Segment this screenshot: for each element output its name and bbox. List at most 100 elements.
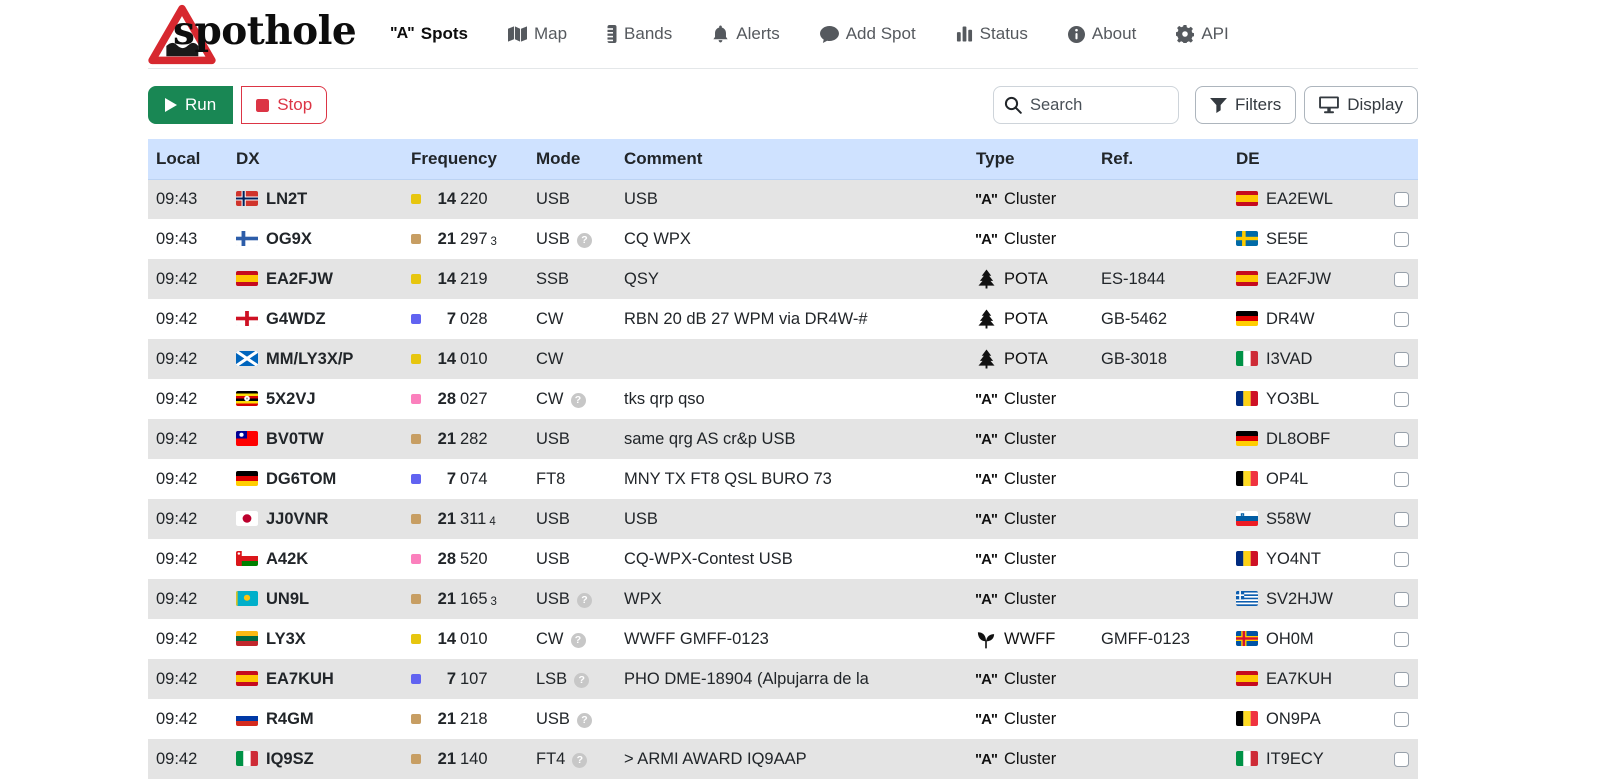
spot-frequency-cell: 21 282 <box>403 419 528 459</box>
spot-ref <box>1093 459 1228 499</box>
band-color-swatch <box>411 314 421 324</box>
table-row[interactable]: 09:42 MM/LY3X/P 14 010 CW POTA GB-3018 I… <box>148 339 1418 379</box>
spot-dx-cell: G4WDZ <box>228 299 403 339</box>
dx-callsign: G4WDZ <box>266 310 326 328</box>
table-row[interactable]: 09:42 DG6TOM 7 074 FT8 MNY TX FT8 QSL BU… <box>148 459 1418 499</box>
spot-mode-cell: USB <box>528 539 616 579</box>
table-row[interactable]: 09:42 A42K 28 520 USB CQ-WPX-Contest USB… <box>148 539 1418 579</box>
frequency-khz: 311 <box>460 510 486 529</box>
table-row[interactable]: 09:42 LY3X 14 010 CW? WWFF GMFF-0123 WWF… <box>148 619 1418 659</box>
mode-label: USB <box>536 190 570 208</box>
table-row[interactable]: 09:42 UN9L 21 165 3 USB? WPX "A"Cluster … <box>148 579 1418 619</box>
spot-dx-cell: UN9L <box>228 579 403 619</box>
table-row[interactable]: 09:42 IQ9SZ 21 140 FT4? > ARMI AWARD IQ9… <box>148 739 1418 779</box>
spot-checkbox-cell <box>1376 299 1418 339</box>
table-row[interactable]: 09:42 EA2FJW 14 219 SSB QSY POTA ES-1844… <box>148 259 1418 299</box>
type-label: POTA <box>1004 270 1048 289</box>
frequency-mhz: 21 <box>430 230 456 249</box>
nav-item-about[interactable]: About <box>1068 24 1136 44</box>
spot-comment: WWFF GMFF-0123 <box>616 619 968 659</box>
dx-callsign: UN9L <box>266 590 309 608</box>
nav-item-alerts[interactable]: Alerts <box>712 24 779 44</box>
spot-checkbox[interactable] <box>1394 312 1409 327</box>
flag-japan-icon <box>236 511 258 526</box>
nav-item-map[interactable]: Map <box>508 24 567 44</box>
spot-checkbox[interactable] <box>1394 672 1409 687</box>
spot-mode-cell: FT4? <box>528 739 616 779</box>
display-button[interactable]: Display <box>1304 86 1418 124</box>
stop-button[interactable]: Stop <box>241 86 327 124</box>
spot-checkbox[interactable] <box>1394 352 1409 367</box>
spot-ref <box>1093 499 1228 539</box>
flag-slovenia-icon <box>1236 511 1258 526</box>
table-row[interactable]: 09:42 G4WDZ 7 028 CW RBN 20 dB 27 WPM vi… <box>148 299 1418 339</box>
spot-dx-cell: A42K <box>228 539 403 579</box>
dx-callsign: EA2FJW <box>266 270 333 288</box>
spot-checkbox[interactable] <box>1394 472 1409 487</box>
column-header-local: Local <box>148 139 228 179</box>
mode-label: USB <box>536 590 570 608</box>
type-label: Cluster <box>1004 710 1056 729</box>
spot-checkbox[interactable] <box>1394 272 1409 287</box>
spot-checkbox[interactable] <box>1394 432 1409 447</box>
spot-mode-cell: CW <box>528 339 616 379</box>
spot-checkbox[interactable] <box>1394 392 1409 407</box>
spot-checkbox[interactable] <box>1394 232 1409 247</box>
spot-frequency-cell: 21 297 3 <box>403 219 528 259</box>
flag-kazakhstan-icon <box>236 591 258 606</box>
spot-checkbox[interactable] <box>1394 512 1409 527</box>
spot-checkbox[interactable] <box>1394 712 1409 727</box>
spot-type-cell: "A"Cluster <box>968 539 1093 579</box>
spot-checkbox[interactable] <box>1394 632 1409 647</box>
nav-item-bands[interactable]: Bands <box>607 24 672 44</box>
frequency-khz: 028 <box>460 310 488 329</box>
nav-item-api[interactable]: API <box>1176 24 1228 44</box>
band-color-swatch <box>411 714 421 724</box>
spot-checkbox[interactable] <box>1394 552 1409 567</box>
spot-local-time: 09:42 <box>148 579 228 619</box>
table-row[interactable]: 09:42 EA7KUH 7 107 LSB? PHO DME-18904 (A… <box>148 659 1418 699</box>
dx-callsign: EA7KUH <box>266 670 334 688</box>
spot-checkbox[interactable] <box>1394 752 1409 767</box>
spot-frequency-cell: 14 219 <box>403 259 528 299</box>
table-row[interactable]: 09:42 5X2VJ 28 027 CW? tks qrp qso "A"Cl… <box>148 379 1418 419</box>
spot-checkbox-cell <box>1376 179 1418 219</box>
de-callsign: SV2HJW <box>1266 590 1333 608</box>
spot-type-cell: "A"Cluster <box>968 699 1093 739</box>
filters-button-label: Filters <box>1235 95 1281 115</box>
table-row[interactable]: 09:42 BV0TW 21 282 USB same qrg AS cr&p … <box>148 419 1418 459</box>
app-header: spothole "A" Spots Map Bands Alerts Add … <box>148 0 1418 69</box>
spot-ref <box>1093 539 1228 579</box>
filters-button[interactable]: Filters <box>1195 86 1296 124</box>
table-row[interactable]: 09:42 R4GM 21 218 USB? "A"Cluster ON9PA <box>148 699 1418 739</box>
spot-type-cell: POTA <box>968 339 1093 379</box>
cluster-antenna-icon: "A" <box>976 471 996 488</box>
spot-checkbox-cell <box>1376 659 1418 699</box>
table-row[interactable]: 09:43 LN2T 14 220 USB USB "A"Cluster EA2… <box>148 179 1418 219</box>
spot-ref: ES-1844 <box>1093 259 1228 299</box>
spot-checkbox[interactable] <box>1394 592 1409 607</box>
frequency-khz: 520 <box>460 550 488 569</box>
nav-item-spots[interactable]: "A" Spots <box>390 24 468 44</box>
mode-label: USB <box>536 510 570 528</box>
mode-label: LSB <box>536 670 567 688</box>
table-row[interactable]: 09:42 JJ0VNR 21 311 4 USB USB "A"Cluster… <box>148 499 1418 539</box>
flag-norway-icon <box>236 191 258 206</box>
spot-mode-cell: LSB? <box>528 659 616 699</box>
brand-logo[interactable]: spothole <box>148 1 344 67</box>
spot-dx-cell: IQ9SZ <box>228 739 403 779</box>
bar-chart-icon <box>956 26 973 42</box>
run-button[interactable]: Run <box>148 86 233 124</box>
cluster-antenna-icon: "A" <box>976 591 996 608</box>
column-header-comment: Comment <box>616 139 968 179</box>
stop-button-label: Stop <box>277 95 312 115</box>
nav-item-status[interactable]: Status <box>956 24 1028 44</box>
spot-checkbox[interactable] <box>1394 192 1409 207</box>
spot-frequency-cell: 14 010 <box>403 619 528 659</box>
nav-item-add-spot[interactable]: Add Spot <box>820 24 916 44</box>
band-color-swatch <box>411 234 421 244</box>
de-callsign: ON9PA <box>1266 710 1321 728</box>
table-row[interactable]: 09:43 OG9X 21 297 3 USB? CQ WPX "A"Clust… <box>148 219 1418 259</box>
flag-spain-icon <box>236 271 258 286</box>
dx-callsign: A42K <box>266 550 308 568</box>
